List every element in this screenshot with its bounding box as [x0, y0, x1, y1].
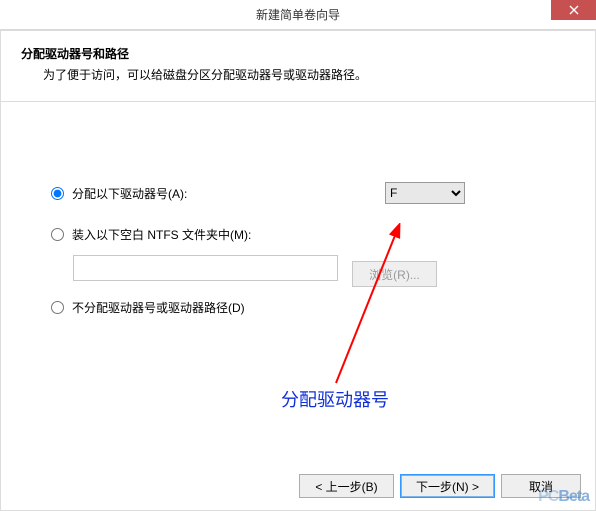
annotation-text: 分配驱动器号 [281, 386, 389, 412]
wizard-body: 分配以下驱动器号(A): F 装入以下空白 NTFS 文件夹中(M): 浏览(R… [1, 102, 595, 358]
titlebar: 新建简单卷向导 [0, 0, 596, 30]
close-icon [569, 5, 579, 15]
browse-button: 浏览(R)... [352, 261, 437, 287]
drive-letter-select[interactable]: F [385, 182, 465, 204]
next-button[interactable]: 下一步(N) > [400, 474, 495, 498]
folder-path-input [73, 255, 338, 281]
page-title: 分配驱动器号和路径 [21, 45, 575, 62]
option-assign-letter-row: 分配以下驱动器号(A): F [51, 182, 555, 204]
wizard-footer: < 上一步(B) 下一步(N) > 取消 [299, 474, 581, 498]
radio-no-assign-label: 不分配驱动器号或驱动器路径(D) [72, 299, 245, 316]
radio-mount-folder-label: 装入以下空白 NTFS 文件夹中(M): [72, 226, 251, 243]
radio-mount-folder[interactable] [51, 228, 64, 241]
mount-folder-input-row: 浏览(R)... [51, 249, 555, 299]
back-button[interactable]: < 上一步(B) [299, 474, 394, 498]
wizard-header: 分配驱动器号和路径 为了便于访问，可以给磁盘分区分配驱动器号或驱动器路径。 [1, 31, 595, 102]
radio-assign-letter[interactable] [51, 187, 64, 200]
option-mount-folder-row: 装入以下空白 NTFS 文件夹中(M): [51, 226, 555, 243]
window-title: 新建简单卷向导 [256, 6, 340, 23]
radio-no-assign[interactable] [51, 301, 64, 314]
option-no-assign-row: 不分配驱动器号或驱动器路径(D) [51, 299, 555, 316]
page-subtitle: 为了便于访问，可以给磁盘分区分配驱动器号或驱动器路径。 [21, 66, 575, 83]
cancel-button[interactable]: 取消 [501, 474, 581, 498]
radio-assign-letter-label: 分配以下驱动器号(A): [72, 185, 187, 202]
close-button[interactable] [551, 0, 596, 20]
wizard-content: 分配驱动器号和路径 为了便于访问，可以给磁盘分区分配驱动器号或驱动器路径。 分配… [0, 30, 596, 511]
